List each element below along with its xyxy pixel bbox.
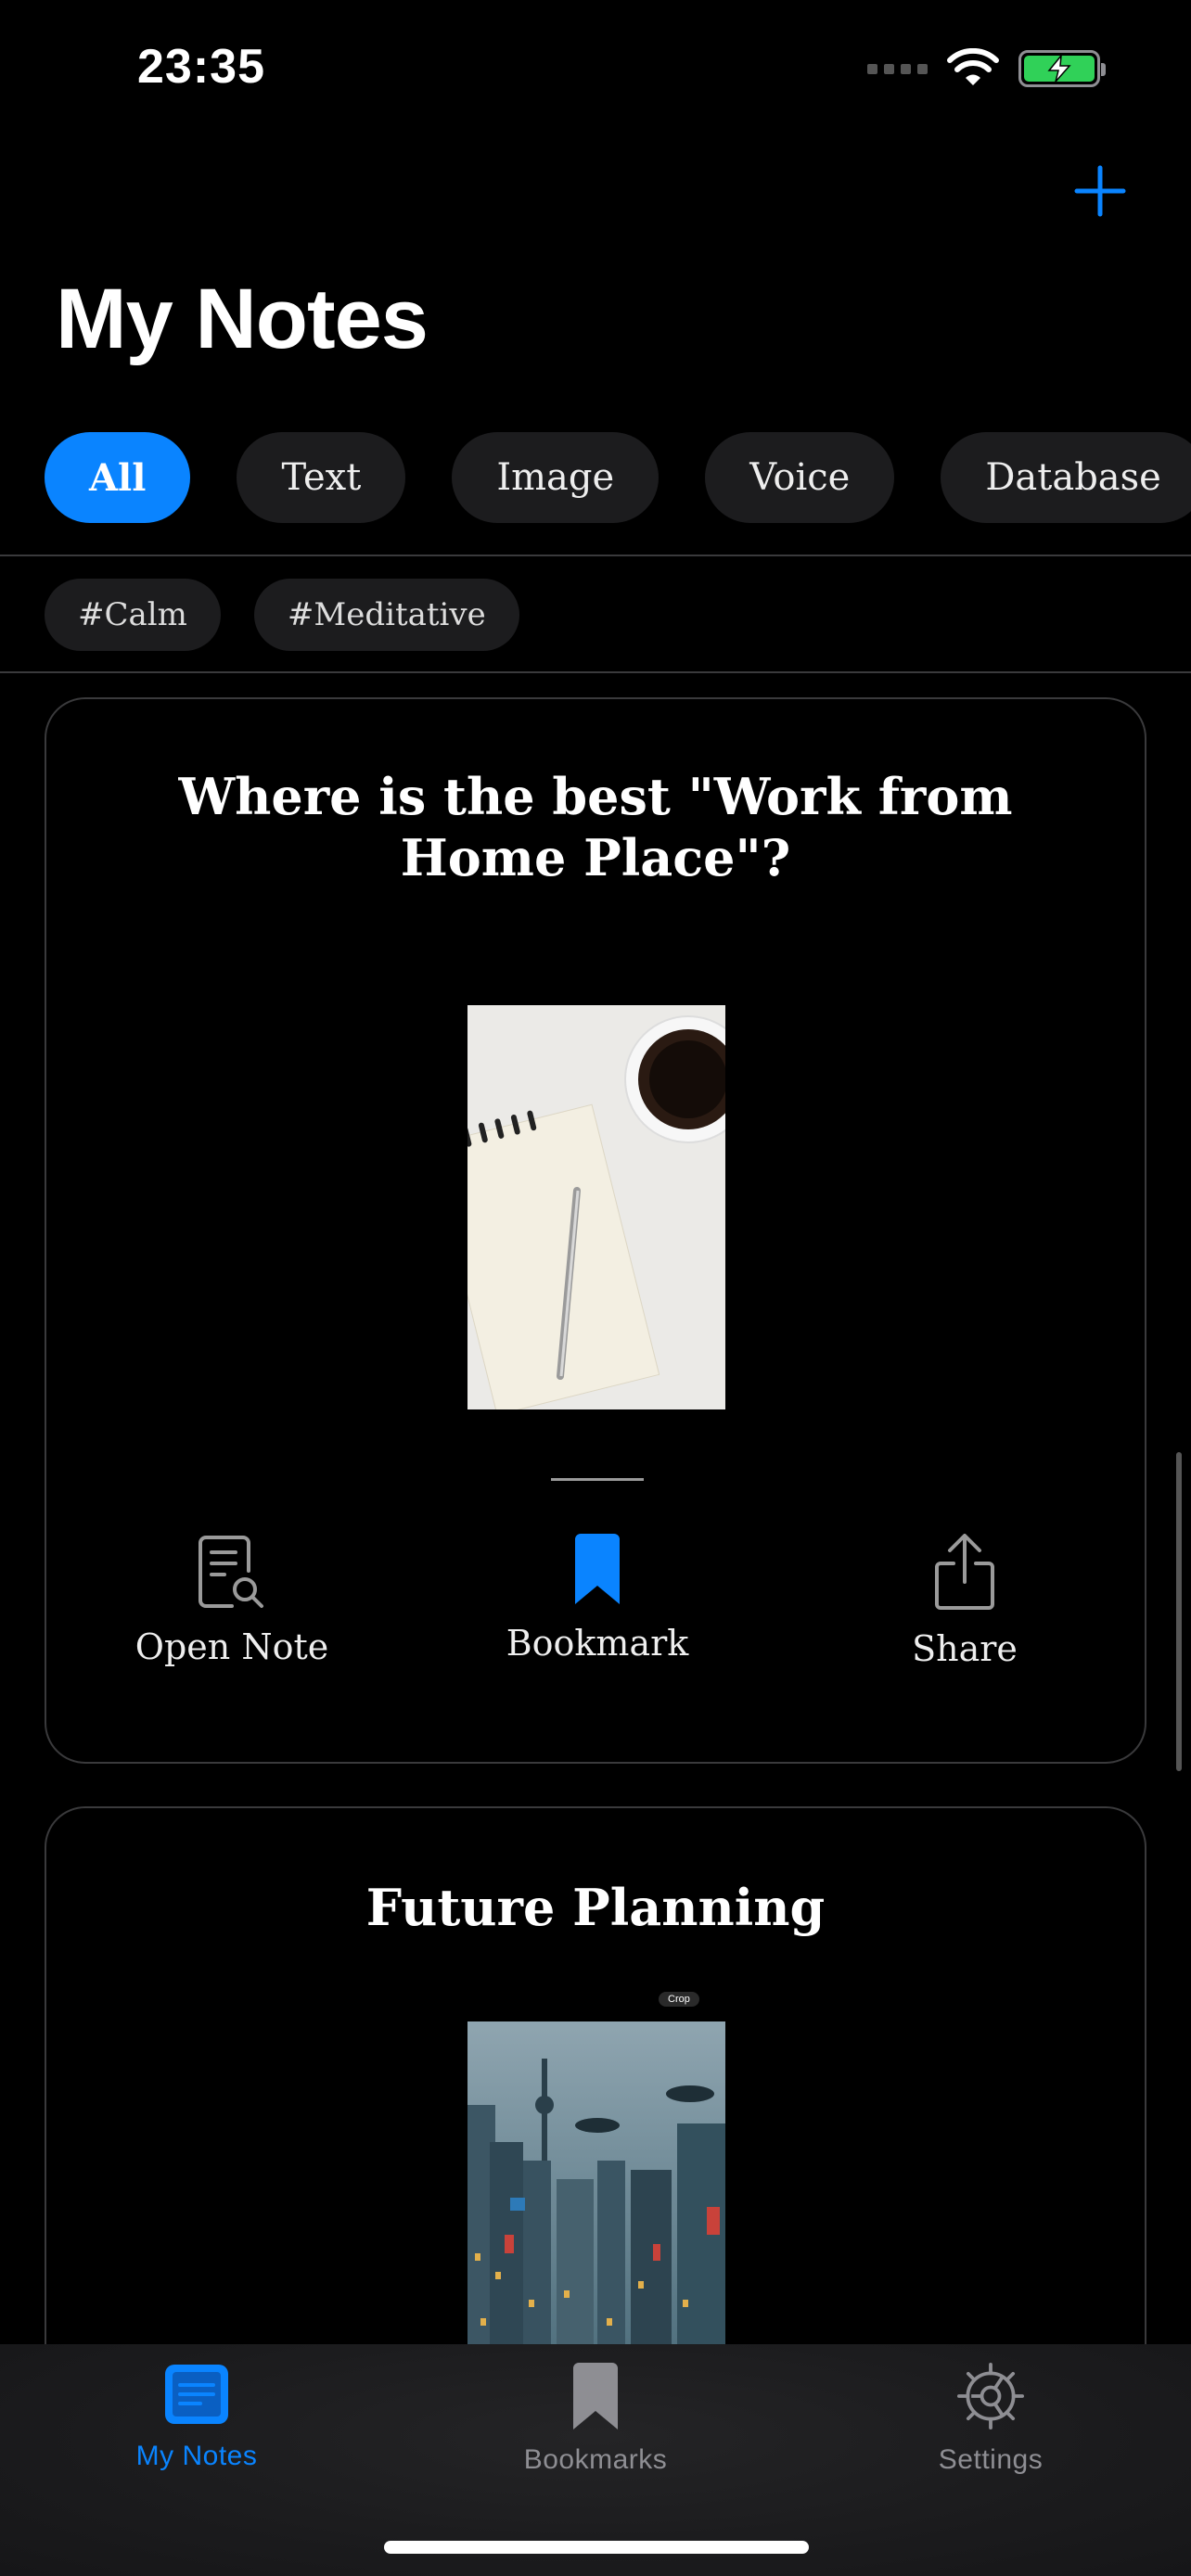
- status-time: 23:35: [137, 40, 265, 94]
- filter-chip-image[interactable]: Image: [452, 432, 660, 523]
- share-icon: [935, 1534, 994, 1610]
- note-card[interactable]: Where is the best "Work from Home Place"…: [45, 697, 1146, 1764]
- home-indicator[interactable]: [384, 2541, 809, 2554]
- divider: [0, 555, 1191, 556]
- add-note-button[interactable]: [1072, 163, 1128, 219]
- bookmark-label: Bookmark: [506, 1623, 689, 1664]
- tab-my-notes[interactable]: My Notes: [58, 2363, 336, 2472]
- tab-label: Bookmarks: [523, 2444, 668, 2475]
- bookmark-icon: [575, 1534, 620, 1604]
- tab-bookmarks[interactable]: Bookmarks: [456, 2363, 735, 2476]
- gear-icon: [957, 2363, 1024, 2429]
- filter-chips: All Text Image Voice Database: [45, 432, 1191, 523]
- filter-chip-database[interactable]: Database: [941, 432, 1191, 523]
- filter-chip-voice[interactable]: Voice: [705, 432, 895, 523]
- tab-settings[interactable]: Settings: [852, 2363, 1130, 2476]
- battery-icon: [1018, 50, 1106, 87]
- note-image[interactable]: [467, 2021, 725, 2355]
- open-note-icon: [198, 1536, 263, 1608]
- open-note-label: Open Note: [134, 1626, 329, 1667]
- note-image[interactable]: [467, 1005, 725, 1409]
- cellular-signal-icon: [867, 63, 928, 74]
- status-indicators: [867, 48, 1106, 89]
- divider: [0, 671, 1191, 673]
- note-actions: Open Note Bookmark Share: [46, 1534, 1145, 1682]
- bookmark-button[interactable]: Bookmark: [458, 1534, 736, 1664]
- page-title: My Notes: [56, 272, 429, 366]
- bookmark-icon: [573, 2363, 618, 2429]
- filter-chip-all[interactable]: All: [45, 432, 191, 523]
- scroll-indicator[interactable]: [1176, 1452, 1182, 1771]
- filter-chip-text[interactable]: Text: [237, 432, 406, 523]
- note-title: Where is the best "Work from Home Place"…: [178, 767, 1013, 887]
- tag-chip-meditative[interactable]: #Meditative: [253, 579, 519, 651]
- image-pager-indicator: [551, 1478, 644, 1481]
- tag-chips: #Calm #Meditative: [45, 579, 519, 651]
- wifi-icon: [947, 48, 999, 85]
- note-title: Future Planning: [365, 1878, 826, 1937]
- open-note-button[interactable]: Open Note: [93, 1534, 371, 1667]
- share-label: Share: [912, 1628, 1018, 1669]
- tab-label: My Notes: [135, 2441, 258, 2471]
- image-caption: Crop: [659, 1992, 699, 2007]
- tag-chip-calm[interactable]: #Calm: [45, 579, 221, 651]
- share-button[interactable]: Share: [826, 1534, 1104, 1669]
- tab-label: Settings: [938, 2444, 1044, 2475]
- notes-icon: [165, 2365, 228, 2424]
